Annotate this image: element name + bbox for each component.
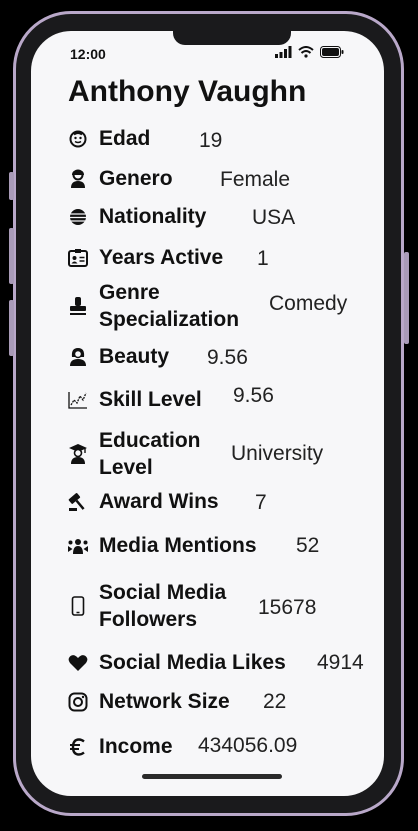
id-card-icon	[67, 247, 89, 269]
field-row-education: Education Level	[67, 427, 201, 481]
field-label: Genero	[99, 167, 173, 190]
profile-name: Anthony Vaughn	[68, 75, 307, 108]
phone-icon	[67, 595, 89, 617]
field-value-nationality: USA	[252, 206, 296, 229]
instagram-icon	[67, 691, 89, 713]
home-indicator[interactable]	[142, 774, 282, 779]
person-icon	[67, 168, 89, 190]
field-label: Network Size	[99, 690, 230, 713]
field-label: Edad	[99, 127, 151, 150]
power-button	[404, 252, 409, 344]
field-value-network: 22	[263, 690, 287, 713]
field-value-age: 19	[199, 129, 223, 152]
field-value-income: 434056.09	[198, 734, 298, 757]
euro-icon	[67, 736, 89, 758]
field-value-education: University	[231, 442, 324, 465]
globe-icon	[67, 206, 89, 228]
field-label-line2: Level	[99, 456, 153, 479]
stamp-icon	[67, 295, 89, 317]
line-chart-icon	[67, 389, 89, 411]
wifi-icon	[298, 46, 314, 58]
screen: 12:00 Anthony Vaughn Edad 19 Genero Fema…	[31, 31, 384, 796]
field-value-likes: 4914	[317, 651, 364, 674]
field-value-followers: 15678	[258, 596, 317, 619]
volume-up-button	[9, 228, 14, 284]
field-row-nationality: Nationality	[67, 203, 206, 230]
field-label-group: Social Media Followers	[99, 579, 226, 633]
field-row-followers: Social Media Followers	[67, 579, 226, 633]
field-label-group: Genre Specialization	[99, 279, 239, 333]
signal-icon	[275, 46, 292, 58]
field-label-group: Education Level	[99, 427, 201, 481]
field-label: Skill Level	[99, 388, 202, 411]
status-bar: 12:00	[31, 31, 384, 71]
field-label: Beauty	[99, 345, 170, 368]
field-label: Years Active	[99, 246, 224, 269]
field-row-genre: Genre Specialization	[67, 279, 239, 333]
field-label-line2: Specialization	[99, 308, 240, 331]
volume-down-button	[9, 300, 14, 356]
field-row-gender: Genero	[67, 165, 173, 192]
field-value-beauty: 9.56	[207, 346, 248, 369]
field-label: Social Media Likes	[99, 651, 286, 674]
field-value-skill: 9.56	[233, 384, 274, 407]
side-button	[9, 172, 14, 200]
field-value-years-active: 1	[257, 247, 269, 270]
field-label-line1: Social Media	[99, 581, 227, 604]
field-row-years-active: Years Active	[67, 244, 223, 271]
battery-icon	[320, 46, 344, 58]
field-row-network: Network Size	[67, 688, 230, 715]
field-value-genre: Comedy	[269, 292, 348, 315]
gavel-icon	[67, 491, 89, 513]
field-label: Income	[99, 735, 173, 758]
field-row-age: Edad	[67, 125, 150, 152]
field-row-income: Income	[67, 733, 173, 760]
woman-icon	[67, 346, 89, 368]
status-time: 12:00	[70, 46, 106, 62]
heart-icon	[67, 652, 89, 674]
field-label: Media Mentions	[99, 534, 257, 557]
field-label-line1: Genre	[99, 281, 160, 304]
field-row-likes: Social Media Likes	[67, 649, 286, 676]
field-value-awards: 7	[255, 491, 267, 514]
field-label: Nationality	[99, 205, 207, 228]
people-icon	[67, 535, 89, 557]
field-label: Award Wins	[99, 490, 219, 513]
field-value-media-mentions: 52	[296, 534, 320, 557]
field-row-media-mentions: Media Mentions	[67, 532, 257, 559]
field-row-beauty: Beauty	[67, 343, 169, 370]
status-icons	[275, 46, 344, 58]
field-row-awards: Award Wins	[67, 488, 219, 515]
field-label-line2: Followers	[99, 608, 198, 631]
graduate-icon	[67, 443, 89, 465]
field-value-gender: Female	[220, 168, 291, 191]
field-label-line1: Education	[99, 429, 201, 452]
face-icon	[67, 128, 89, 150]
field-row-skill: Skill Level	[67, 386, 202, 413]
